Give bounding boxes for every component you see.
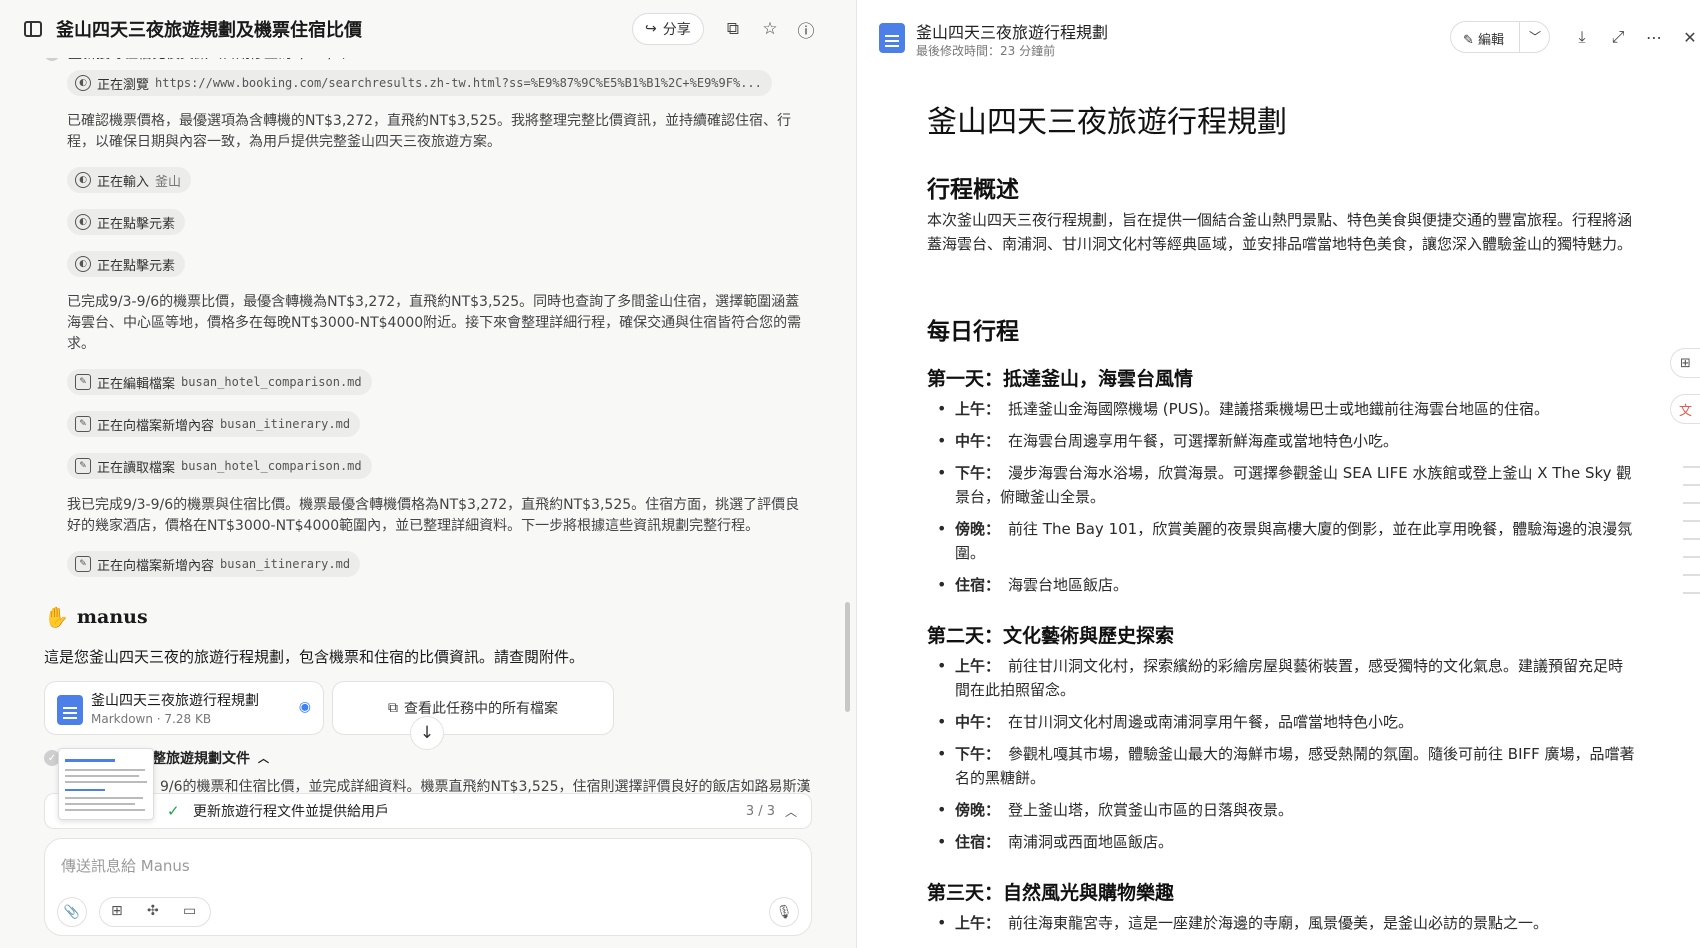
view-all-files-button[interactable]: ⧉ 查看此任務中的所有檔案: [332, 681, 614, 735]
doc-heading-day1: 第一天：抵達釜山，海雲台風情: [927, 368, 1194, 390]
doc-heading-day2: 第二天：文化藝術與歷史探索: [927, 625, 1175, 647]
share-icon: ↪: [645, 21, 657, 37]
click-chip[interactable]: ◐ 正在點擊元素: [67, 209, 186, 235]
scrollbar[interactable]: [845, 602, 850, 712]
add-file-chip[interactable]: ✎ 正在向檔案新增內容 busan_itinerary.md: [67, 551, 361, 577]
compass-icon: ◐: [75, 214, 91, 230]
star-icon[interactable]: ☆: [759, 18, 781, 40]
doc-heading-daily: 每日行程: [927, 318, 1019, 345]
chevron-up-icon[interactable]: ︿: [785, 803, 797, 820]
eye-icon[interactable]: ◉: [299, 699, 311, 715]
list-item: 住宿：海雲台地區飯店。: [937, 573, 1637, 597]
last-modified: 最後修改時間：23 分鐘前: [916, 44, 1056, 58]
chat-header: 釜山四天三夜旅遊規劃及機票住宿比價 ↪ 分享 ⧉ ☆ ⓘ: [0, 0, 856, 58]
message-text: 我已完成9/3-9/6的機票與住宿比價。機票最優含轉機價格為NT$3,272，直…: [67, 497, 800, 534]
download-icon[interactable]: ⤓: [1571, 26, 1593, 48]
message-text: 已完成9/3-9/6的機票比價，最優含轉機為NT$3,272，直飛約NT$3,5…: [67, 294, 802, 352]
image-tool-icon[interactable]: ⊞: [111, 903, 123, 919]
list-item: 下午：漫步海雲台海水浴場，欣賞海景。可選擇參觀釜山 SEA LIFE 水族館或登…: [937, 461, 1637, 509]
input-chip[interactable]: ◐ 正在輸入 釜山: [67, 167, 192, 193]
scroll-minimap[interactable]: [1683, 466, 1700, 610]
compass-icon: ◐: [75, 256, 91, 272]
assistant-reply: 這是您釜山四天三夜的旅遊行程規劃，包含機票和住宿的比價資訊。請查閱附件。: [44, 648, 585, 666]
edit-button[interactable]: ✎ 編輯 ﹀: [1450, 21, 1550, 53]
document-title: 釜山四天三夜旅遊行程規劃: [916, 23, 1109, 42]
list-item: 中午：在甘川洞文化村周邊或南浦洞享用午餐，品嚐當地特色小吃。: [937, 710, 1637, 734]
compass-icon: ◐: [75, 75, 91, 91]
checkmark-icon: ✓: [167, 802, 180, 820]
document-thumbnail[interactable]: [58, 748, 154, 820]
compass-icon: ◐: [75, 172, 91, 188]
message-composer[interactable]: 傳送訊息給 Manus 📎 ⊞ ✣ ▭ 🎙: [44, 838, 812, 936]
list-item: 傍晚：前往 The Bay 101，欣賞美麗的夜景與高樓大廈的倒影，並在此享用晚…: [937, 517, 1637, 565]
add-file-chip[interactable]: ✎ 正在向檔案新增內容 busan_itinerary.md: [67, 411, 361, 437]
doc-heading-day3: 第三天：自然風光與購物樂趣: [927, 882, 1175, 904]
list-item: 上午：抵達釜山金海國際機場 (PUS)。建議搭乘機場巴士或地鐵前往海雲台地區的住…: [937, 397, 1637, 421]
edit-icon: ✎: [75, 374, 91, 390]
chevron-up-icon: ︿: [258, 752, 269, 765]
manus-logo-icon: ✋: [44, 605, 69, 629]
info-icon[interactable]: ⓘ: [795, 18, 817, 42]
chat-tool-icon[interactable]: ▭: [183, 903, 196, 919]
attachment-card[interactable]: 釜山四天三夜旅遊行程規劃 Markdown · 7.28 KB ◉: [44, 681, 324, 735]
expand-icon[interactable]: ⤢: [1607, 26, 1629, 48]
assistant-name: ✋ manus: [44, 605, 148, 629]
translate-icon[interactable]: 文: [1670, 394, 1700, 424]
browse-chip[interactable]: ◐ 正在瀏覽 https://www.booking.com/searchres…: [67, 70, 772, 96]
more-icon[interactable]: ⋯: [1643, 26, 1665, 48]
list-item: 上午：前往甘川洞文化村，探索繽紛的彩繪房屋與藝術裝置，感受獨特的文化氣息。建議預…: [937, 654, 1637, 702]
chat-panel: ✓ 重新搜尋住宿比價資訊（日期修正為9/3-9/6） ︿ ◐ 正在瀏覽 http…: [0, 0, 856, 948]
task-progress[interactable]: ✓ 更新旅遊行程文件並提供給用戶 3 / 3 ︿: [44, 793, 812, 829]
share-button[interactable]: ↪ 分享: [632, 13, 704, 45]
edit-icon: ✎: [75, 458, 91, 474]
edit-file-chip[interactable]: ✎ 正在編輯檔案 busan_hotel_comparison.md: [67, 369, 372, 395]
message-text: 已確認機票價格，最優選項為含轉機的NT$3,272，直飛約NT$3,525。我將…: [67, 113, 792, 150]
doc-heading-overview: 行程概述: [927, 176, 1019, 203]
close-icon[interactable]: ✕: [1679, 26, 1700, 48]
apps-tool-icon[interactable]: ✣: [147, 903, 159, 919]
files-icon: ⧉: [388, 700, 398, 716]
doc-heading-1: 釜山四天三夜旅遊行程規劃: [927, 105, 1287, 140]
document-icon: [57, 695, 83, 725]
read-file-chip[interactable]: ✎ 正在讀取檔案 busan_hotel_comparison.md: [67, 453, 372, 479]
sidebar-toggle-icon[interactable]: [24, 21, 42, 37]
list-item: 住宿：南浦洞或西面地區飯店。: [937, 830, 1637, 854]
microphone-icon[interactable]: 🎙: [769, 897, 799, 927]
apps-icon[interactable]: ⊞: [1670, 348, 1700, 378]
viewer-header: 釜山四天三夜旅遊行程規劃 最後修改時間：23 分鐘前 ✎ 編輯 ﹀ ⤓ ⤢ ⋯ …: [857, 0, 1700, 72]
chevron-down-icon[interactable]: ﹀: [1529, 28, 1541, 45]
document-icon: [879, 23, 905, 53]
document-viewer: 釜山四天三夜旅遊行程規劃 最後修改時間：23 分鐘前 ✎ 編輯 ﹀ ⤓ ⤢ ⋯ …: [857, 0, 1700, 948]
list-item: 下午：參觀札嘎其市場，體驗釜山最大的海鮮市場，感受熱鬧的氛圍。隨後可前往 BIF…: [937, 742, 1637, 790]
scroll-down-button[interactable]: ↓: [410, 716, 444, 750]
doc-paragraph: 本次釜山四天三夜行程規劃，旨在提供一個結合釜山熱門景點、特色美食與便捷交通的豐富…: [927, 211, 1633, 253]
attach-icon[interactable]: 📎: [57, 897, 87, 927]
edit-icon: ✎: [75, 556, 91, 572]
message-input[interactable]: 傳送訊息給 Manus: [61, 855, 190, 876]
click-chip[interactable]: ◐ 正在點擊元素: [67, 251, 186, 277]
files-icon[interactable]: ⧉: [722, 18, 744, 40]
list-item: 傍晚：登上釜山塔，欣賞釜山市區的日落與夜景。: [937, 798, 1637, 822]
page-title: 釜山四天三夜旅遊規劃及機票住宿比價: [56, 20, 362, 41]
pencil-icon: ✎: [1463, 33, 1474, 48]
list-item: 中午：在海雲台周邊享用午餐，可選擇新鮮海產或當地特色小吃。: [937, 429, 1637, 453]
edit-icon: ✎: [75, 416, 91, 432]
list-item: 上午：前往海東龍宮寺，這是一座建於海邊的寺廟，風景優美，是釜山必訪的景點之一。: [937, 911, 1637, 935]
